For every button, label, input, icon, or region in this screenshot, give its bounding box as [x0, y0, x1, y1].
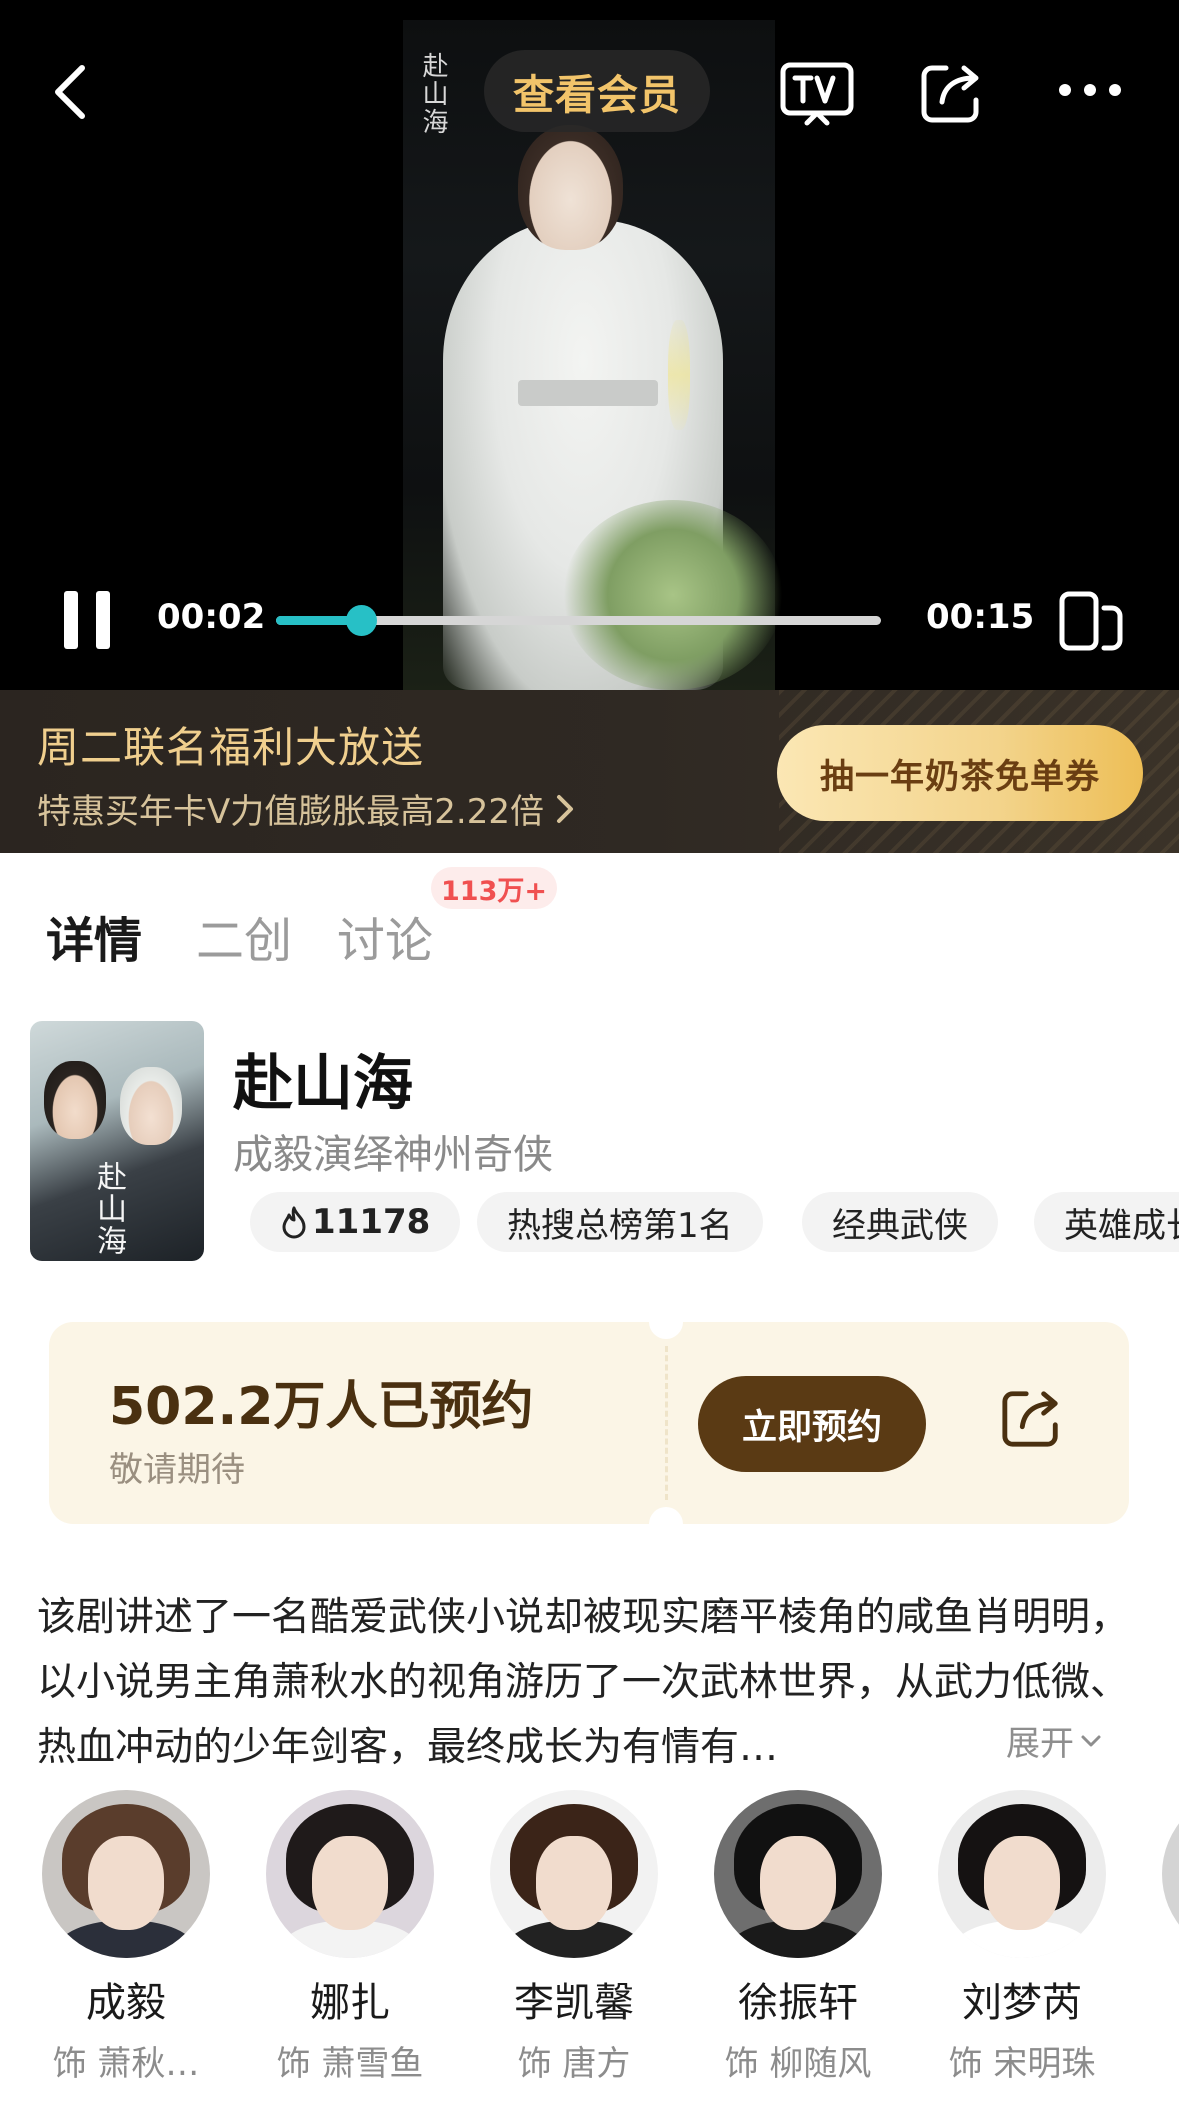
- current-time: 00:02: [157, 597, 266, 637]
- promo-draw-button[interactable]: 抽一年奶茶免单券: [777, 725, 1143, 821]
- tv-icon: [780, 62, 854, 126]
- avatar-face: [984, 1836, 1060, 1930]
- show-subtitle: 成毅演绎神州奇侠: [233, 1132, 553, 1178]
- cast-to-tv-button[interactable]: [772, 56, 862, 132]
- actor-name: 刘梦芮: [962, 1980, 1082, 2026]
- theme-tag[interactable]: 英雄成长: [1034, 1192, 1179, 1252]
- show-poster[interactable]: 赴山海: [30, 1021, 204, 1261]
- actor-name: 成毅: [86, 1980, 166, 2026]
- cast-item[interactable]: 成毅 饰 萧秋…: [21, 1790, 231, 2085]
- rotate-screen-icon: [1059, 591, 1123, 651]
- promo-subtitle: 特惠买年卡V力值膨胀最高2.22倍: [37, 792, 544, 832]
- share-button[interactable]: [912, 54, 992, 132]
- video-figure-belt: [518, 380, 658, 406]
- expand-label: 展开: [1006, 1724, 1074, 1764]
- show-title: 赴山海: [233, 1049, 413, 1119]
- actor-role: 饰 萧雪鱼: [276, 2044, 424, 2084]
- tab-derivative[interactable]: 二创: [196, 901, 292, 971]
- ticket-notch-top: [649, 1305, 683, 1339]
- reserve-now-button[interactable]: 立即预约: [698, 1376, 926, 1472]
- share-icon: [1002, 1391, 1058, 1447]
- actor-name: 徐振轩: [738, 1980, 858, 2026]
- poster-figure-left: [44, 1061, 106, 1139]
- avatar: [490, 1790, 658, 1958]
- actor-role: 饰 柳随风: [724, 2044, 872, 2084]
- progress-bar[interactable]: [276, 605, 881, 636]
- reservation-card: 502.2万人已预约 敬请期待 立即预约: [49, 1305, 1129, 1541]
- pause-icon: [64, 591, 78, 649]
- poster-figure-right: [120, 1067, 182, 1145]
- poster-title: 赴山海: [91, 1161, 126, 1257]
- fullscreen-rotate-button[interactable]: [1055, 585, 1127, 657]
- reservation-note: 敬请期待: [109, 1450, 245, 1490]
- actor-role: 饰 萧秋…: [52, 2044, 200, 2084]
- cast-item[interactable]: 李凯馨 饰 唐方: [469, 1790, 679, 2085]
- video-candle-glow: [668, 320, 690, 430]
- tab-detail[interactable]: 详情: [46, 901, 142, 971]
- avatar-face: [312, 1836, 388, 1930]
- actor-role: 饰 宋明珠: [948, 2044, 1096, 2084]
- total-time: 00:15: [926, 597, 1035, 637]
- discussion-count-badge: 113万+: [431, 867, 557, 909]
- avatar-face: [88, 1836, 164, 1930]
- actor-role: 饰 唐方: [517, 2044, 631, 2084]
- cast-item[interactable]: 徐振轩 饰 柳随风: [693, 1790, 903, 2085]
- tag-row: 11178 热搜总榜第1名 经典武侠 英雄成长: [250, 1192, 1179, 1252]
- reservation-count: 502.2万人已预约: [109, 1377, 534, 1437]
- avatar-face: [536, 1836, 612, 1930]
- player-controls: 00:02 00:15: [0, 575, 1179, 665]
- promo-banner[interactable]: 周二联名福利大放送 特惠买年卡V力值膨胀最高2.22倍 抽一年奶茶免单券: [0, 690, 1179, 853]
- chevron-left-icon: [55, 65, 85, 119]
- avatar: [42, 1790, 210, 1958]
- share-icon: [921, 65, 979, 123]
- content-tabs: 详情 二创 讨论 113万+: [0, 853, 1179, 973]
- promo-title: 周二联名福利大放送: [37, 723, 425, 772]
- avatar: [714, 1790, 882, 1958]
- avatar: [1162, 1790, 1179, 1958]
- chevron-down-icon: [1081, 1735, 1101, 1746]
- more-dots-icon: [1059, 84, 1121, 96]
- tab-discussion[interactable]: 讨论: [337, 901, 433, 971]
- expand-description-button[interactable]: 展开: [1002, 1716, 1102, 1765]
- pause-icon-bar: [96, 591, 110, 649]
- genre-tag[interactable]: 经典武侠: [802, 1192, 998, 1252]
- back-button[interactable]: [40, 52, 100, 132]
- actor-name: 娜扎: [310, 1980, 390, 2026]
- cast-item-partial[interactable]: [1141, 1790, 1179, 1958]
- show-description: 该剧讲述了一名酷爱武侠小说却被现实磨平棱角的咸鱼肖明明，以小说男主角萧秋水的视角…: [37, 1595, 1130, 1770]
- cast-item[interactable]: 刘梦芮 饰 宋明珠: [917, 1790, 1127, 2085]
- promo-subtitle-link[interactable]: 特惠买年卡V力值膨胀最高2.22倍: [37, 784, 574, 833]
- flame-icon: [282, 1206, 306, 1239]
- chevron-right-icon: [556, 794, 573, 823]
- avatar-face: [760, 1836, 836, 1930]
- video-player[interactable]: 赴山海 查看会员 00:02 00:15: [0, 0, 1179, 690]
- actor-name: 李凯馨: [514, 1980, 634, 2026]
- cast-list: 成毅 饰 萧秋… 娜扎 饰 萧雪鱼 李凯馨 饰 唐方 徐振轩 饰 柳随风 刘梦芮…: [0, 1790, 1179, 2110]
- avatar: [266, 1790, 434, 1958]
- vip-button[interactable]: 查看会员: [484, 50, 710, 132]
- avatar: [938, 1790, 1106, 1958]
- player-top-bar: 查看会员: [0, 40, 1179, 150]
- ticket-divider: [665, 1346, 668, 1500]
- progress-knob[interactable]: [345, 605, 377, 636]
- rank-tag[interactable]: 热搜总榜第1名: [477, 1192, 763, 1252]
- pause-button[interactable]: [52, 585, 122, 655]
- more-button[interactable]: [1050, 60, 1130, 120]
- heat-value: 11178: [312, 1202, 431, 1242]
- cast-item[interactable]: 娜扎 饰 萧雪鱼: [245, 1790, 455, 2085]
- heat-tag[interactable]: 11178: [250, 1192, 461, 1252]
- ticket-notch-bottom: [649, 1507, 683, 1541]
- reservation-share-button[interactable]: [999, 1386, 1069, 1456]
